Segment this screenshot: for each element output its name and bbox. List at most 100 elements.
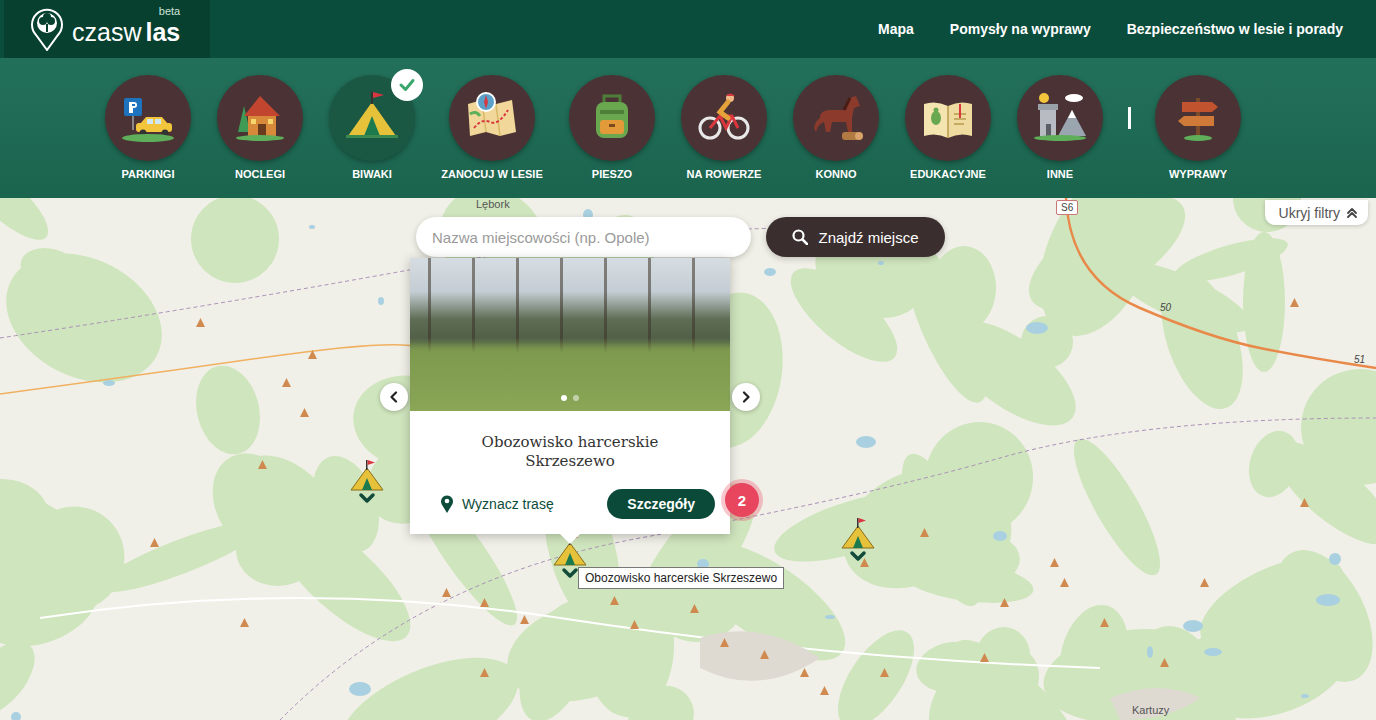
hide-filters-button[interactable]: Ukryj filtry	[1265, 200, 1368, 225]
campsite-marker-icon[interactable]	[196, 318, 205, 327]
category-circle[interactable]	[217, 75, 303, 161]
logo[interactable]: czaswlas beta	[4, 0, 210, 58]
category-item[interactable]: NOCLEGI	[204, 75, 316, 181]
route-link[interactable]: Wyznacz trasę	[440, 494, 554, 514]
campsite-marker-icon[interactable]	[240, 618, 249, 627]
book-icon	[918, 88, 978, 148]
campsite-marker-icon[interactable]	[760, 650, 769, 659]
category-label: PARKINGI	[122, 167, 175, 181]
category-item[interactable]: INNE	[1004, 75, 1116, 181]
logo-part: las	[145, 20, 180, 45]
tent-marker-icon[interactable]	[349, 460, 385, 506]
campsite-marker-icon[interactable]	[1100, 618, 1109, 627]
campsite-marker-icon[interactable]	[980, 653, 989, 662]
campsite-marker-icon[interactable]	[1050, 558, 1059, 567]
cyclist-icon	[694, 88, 754, 148]
signpost-icon	[1168, 88, 1228, 148]
hide-filters-label: Ukryj filtry	[1279, 205, 1340, 221]
campsite-marker-icon[interactable]	[1300, 498, 1309, 507]
logo-text: czaswlasbeta	[72, 14, 180, 45]
category-item[interactable]: KONNO	[780, 75, 892, 181]
campsite-marker-icon[interactable]	[860, 558, 869, 567]
search-input[interactable]	[416, 217, 751, 257]
beta-badge: beta	[159, 6, 180, 17]
house-icon	[230, 88, 290, 148]
previous-photo-button[interactable]	[380, 383, 408, 411]
category-label: PIESZO	[592, 167, 632, 181]
tent-icon	[342, 88, 402, 148]
category-label: ZANOCUJ W LESIE	[441, 167, 542, 181]
campsite-marker-icon[interactable]	[630, 620, 639, 629]
category-item[interactable]: BIWAKI	[316, 75, 428, 181]
place-label: Lębork	[476, 198, 510, 210]
category-circle[interactable]	[681, 75, 767, 161]
find-button[interactable]: Znajdź miejsce	[766, 217, 945, 257]
find-button-label: Znajdź miejsce	[818, 229, 918, 246]
details-button[interactable]: Szczegóły	[607, 489, 715, 519]
category-label: BIWAKI	[352, 167, 392, 181]
logo-part: w	[123, 20, 141, 45]
campsite-marker-icon[interactable]	[1000, 598, 1009, 607]
category-label: KONNO	[816, 167, 857, 181]
category-item[interactable]: NA ROWERZE	[668, 75, 780, 181]
campsite-marker-icon[interactable]	[1290, 298, 1299, 307]
category-item[interactable]: EDUKACYJNE	[892, 75, 1004, 181]
category-item[interactable]: ZANOCUJ W LESIE	[428, 75, 556, 181]
campsite-marker-icon[interactable]	[920, 528, 929, 537]
search-icon	[792, 229, 808, 245]
campsite-marker-icon[interactable]	[880, 668, 889, 677]
road-label: 50	[1160, 302, 1171, 313]
campsite-marker-icon[interactable]	[820, 686, 829, 695]
category-item[interactable]: PIESZO	[556, 75, 668, 181]
pin-icon	[440, 494, 454, 514]
top-bar: czaswlas beta Mapa Pomysły na wyprawy Bezpie…	[0, 0, 1376, 58]
tent-marker-icon[interactable]	[840, 518, 876, 564]
category-circle[interactable]	[449, 75, 535, 161]
campsite-marker-icon[interactable]	[1060, 578, 1069, 587]
chevron-left-icon	[388, 391, 400, 403]
road-label: 51	[1354, 354, 1365, 365]
category-circle[interactable]	[793, 75, 879, 161]
place-photo[interactable]	[410, 258, 730, 411]
nav-link[interactable]: Bezpieczeństwo w lesie i porady	[1127, 21, 1343, 37]
parking-icon	[118, 88, 178, 148]
next-photo-button[interactable]	[732, 383, 760, 411]
category-label: NOCLEGI	[235, 167, 285, 181]
campsite-marker-icon[interactable]	[610, 596, 619, 605]
campsite-marker-icon[interactable]	[258, 460, 267, 469]
campsite-marker-icon[interactable]	[150, 538, 159, 547]
logo-part: czas	[72, 20, 123, 45]
campsite-marker-icon[interactable]	[480, 598, 489, 607]
chevron-right-icon	[740, 391, 752, 403]
campsite-marker-icon[interactable]	[1160, 658, 1169, 667]
category-circle[interactable]	[1155, 75, 1241, 161]
photo-dots	[410, 395, 730, 401]
marker-tooltip: Obozowisko harcerskie Skrzeszewo	[578, 567, 784, 589]
campsite-marker-icon[interactable]	[1200, 578, 1209, 587]
nav-link[interactable]: Pomysły na wyprawy	[950, 21, 1091, 37]
category-circle[interactable]	[569, 75, 655, 161]
photo-dot[interactable]	[573, 395, 579, 401]
tree-logo-icon	[30, 7, 64, 51]
category-circle[interactable]	[329, 75, 415, 161]
campsite-marker-icon[interactable]	[690, 604, 699, 613]
photo-dot[interactable]	[561, 395, 567, 401]
category-circle[interactable]	[1017, 75, 1103, 161]
category-label: INNE	[1047, 167, 1073, 181]
place-popup: Obozowisko harcerskie SkrzeszewoWyznacz …	[410, 258, 730, 534]
campsite-marker-icon[interactable]	[520, 615, 529, 624]
campsite-marker-icon[interactable]	[282, 378, 291, 387]
map[interactable]: LęborkKartuzyS65051Znajdź miejsceUkryj f…	[0, 198, 1376, 720]
campsite-marker-icon[interactable]	[480, 668, 489, 677]
campsite-marker-icon[interactable]	[300, 408, 309, 417]
category-circle[interactable]	[105, 75, 191, 161]
campsite-marker-icon[interactable]	[308, 350, 317, 359]
category-item[interactable]: WYPRAWY	[1142, 75, 1254, 181]
category-item[interactable]: PARKINGI	[92, 75, 204, 181]
campsite-marker-icon[interactable]	[720, 638, 729, 647]
campsite-marker-icon[interactable]	[442, 588, 451, 597]
category-circle[interactable]	[905, 75, 991, 161]
cluster-badge[interactable]: 2	[725, 483, 759, 517]
campsite-marker-icon[interactable]	[800, 668, 809, 677]
nav-link[interactable]: Mapa	[878, 21, 914, 37]
